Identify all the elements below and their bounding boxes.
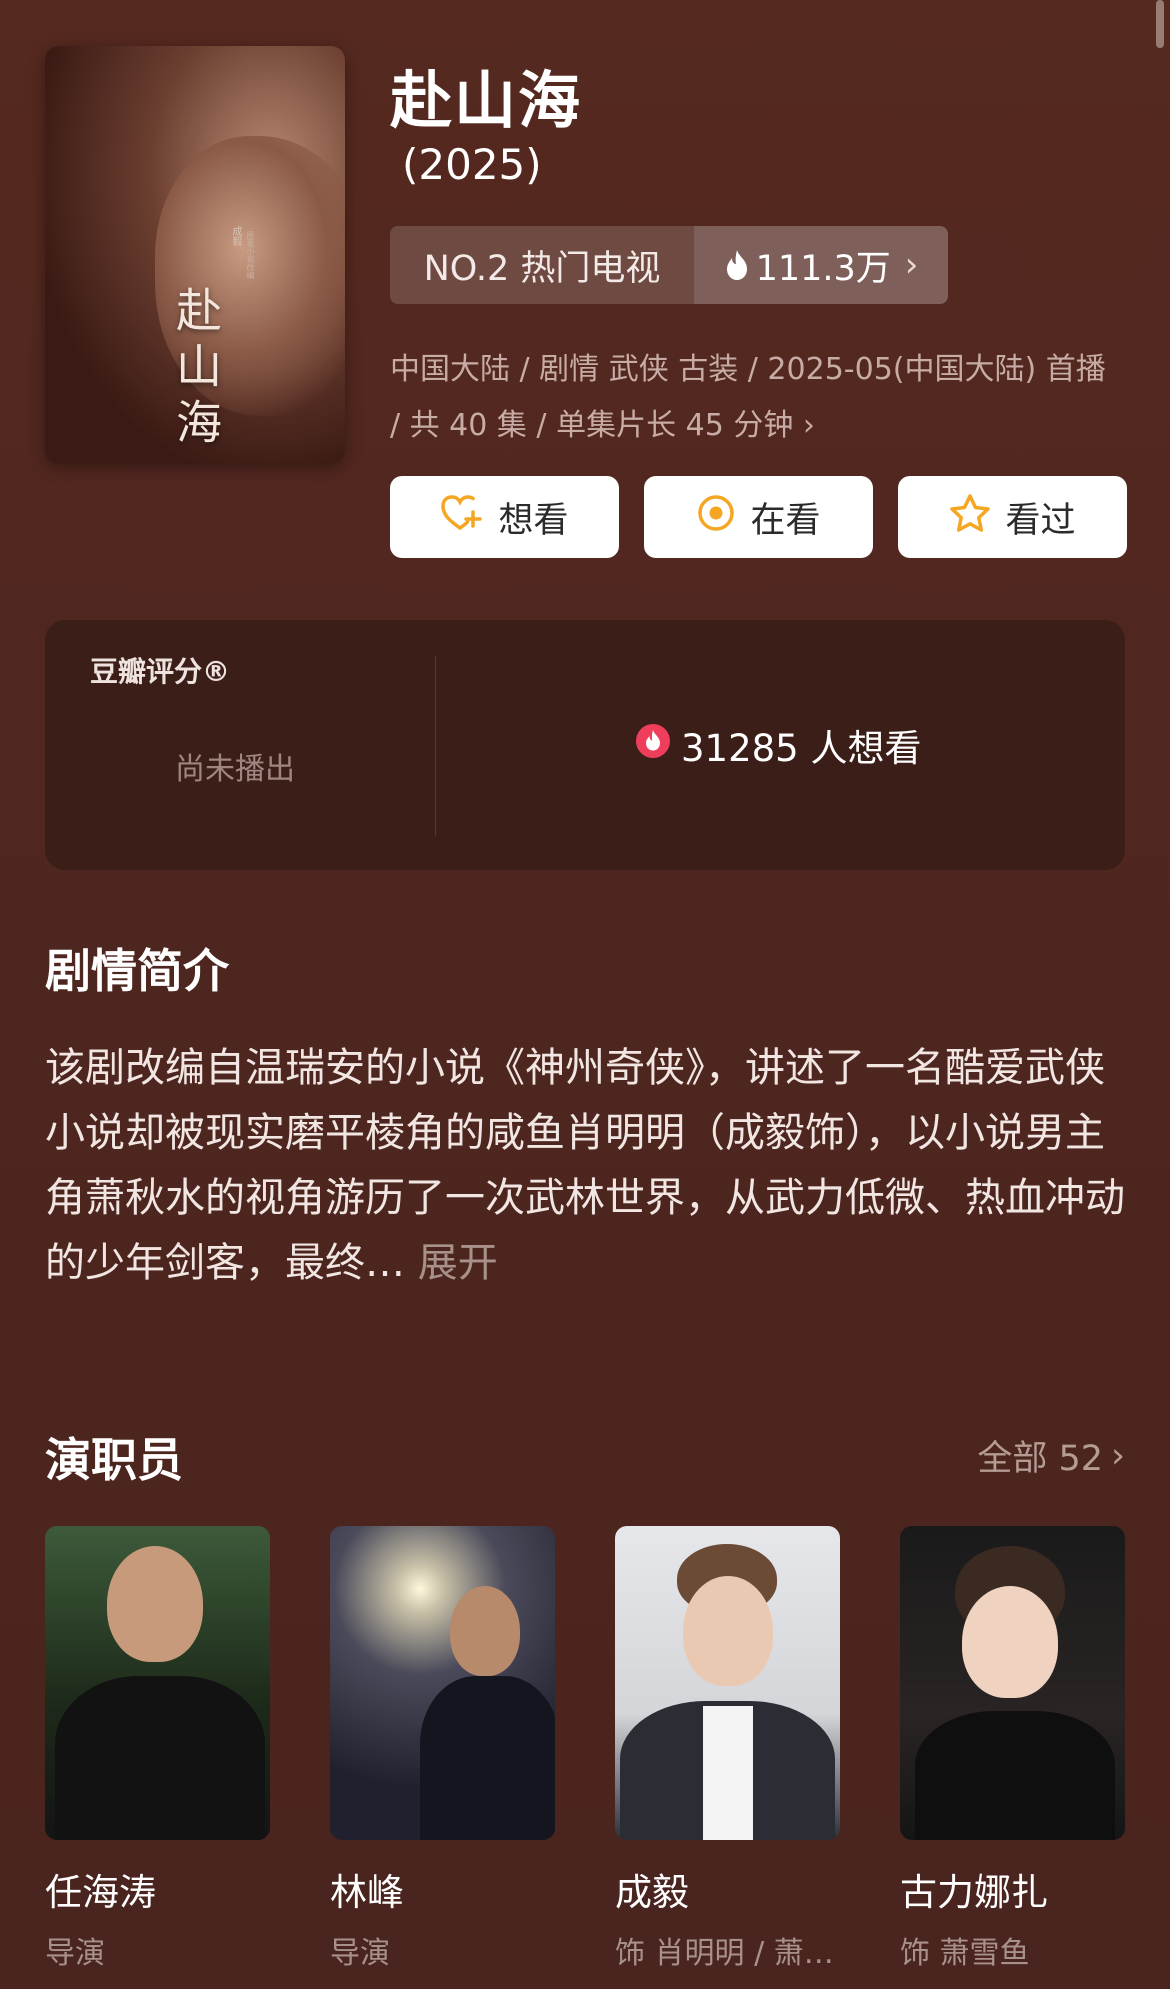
cast-card[interactable]: 林峰 导演 (330, 1526, 555, 1972)
poster-title-calligraphy: 赴山海 (169, 286, 223, 454)
cast-card[interactable]: 任海涛 导演 (45, 1526, 270, 1972)
cast-list: 任海涛 导演 林峰 导演 成毅 饰 肖明明 / 萧… 古力娜扎 饰 萧雪鱼 (45, 1526, 1125, 1972)
meta-text: 中国大陆 / 剧情 武侠 古装 / 2025-05(中国大陆) 首播 / 共 4… (390, 352, 1106, 443)
poster-image[interactable]: 成毅 原著小说改编 赴山海 (45, 46, 345, 464)
want-count-text: 31285 人想看 (681, 727, 922, 770)
cast-role: 导演 (330, 1936, 390, 1971)
cast-photo (330, 1526, 555, 1840)
cast-name: 古力娜扎 (900, 1871, 1048, 1914)
cast-card[interactable]: 古力娜扎 饰 萧雪鱼 (900, 1526, 1125, 1972)
flame-icon (724, 249, 750, 281)
expand-link[interactable]: 展开 (418, 1240, 498, 1286)
release-year: (2025) (402, 140, 542, 189)
watched-label: 看过 (1005, 500, 1076, 541)
cast-role: 饰 萧雪鱼 (900, 1936, 1030, 1971)
poster-credit: 成毅 (230, 226, 241, 246)
rating-label: 豆瓣评分® (90, 655, 231, 688)
heat-button[interactable]: 111.3万 › (694, 226, 948, 304)
chevron-right-icon: › (802, 408, 815, 443)
target-icon (696, 493, 736, 542)
synopsis-text: 该剧改编自温瑞安的小说《神州奇侠》，讲述了一名酷爱武侠小说却被现实磨平棱角的咸鱼… (45, 1045, 1125, 1286)
cast-name: 任海涛 (45, 1871, 156, 1914)
action-buttons: 想看 在看 看过 (390, 476, 1127, 558)
cast-card[interactable]: 成毅 饰 肖明明 / 萧… (615, 1526, 840, 1972)
show-meta[interactable]: 中国大陆 / 剧情 武侠 古装 / 2025-05(中国大陆) 首播 / 共 4… (390, 342, 1110, 454)
flame-badge-icon (635, 723, 671, 768)
want-count: 31285 人想看 (635, 718, 921, 772)
page-title: 赴山海 (390, 64, 583, 137)
watched-button[interactable]: 看过 (898, 476, 1127, 558)
cast-all-link[interactable]: 全部 52 › (977, 1430, 1125, 1481)
synopsis-heading: 剧情简介 (45, 944, 229, 998)
chevron-right-icon: › (1111, 1435, 1125, 1476)
star-icon (949, 493, 991, 542)
cast-photo (615, 1526, 840, 1840)
watching-button[interactable]: 在看 (644, 476, 873, 558)
cast-role: 导演 (45, 1936, 105, 1971)
ranking-label[interactable]: NO.2 热门电视 (390, 226, 694, 304)
cast-photo (45, 1526, 270, 1840)
watching-label: 在看 (750, 500, 821, 541)
synopsis-text-block[interactable]: 该剧改编自温瑞安的小说《神州奇侠》，讲述了一名酷爱武侠小说却被现实磨平棱角的咸鱼… (45, 1036, 1130, 1296)
cast-name: 林峰 (330, 1871, 404, 1914)
ranking-bar[interactable]: NO.2 热门电视 111.3万 › (390, 226, 948, 304)
cast-all-label: 全部 52 (977, 1439, 1103, 1479)
cast-role: 饰 肖明明 / 萧… (615, 1936, 834, 1971)
rating-divider (435, 656, 436, 836)
heart-plus-icon (440, 494, 484, 541)
cast-heading: 演职员 (45, 1433, 183, 1487)
heat-value: 111.3万 (755, 248, 891, 289)
want-to-watch-label: 想看 (498, 500, 569, 541)
cast-name: 成毅 (615, 1871, 689, 1914)
douban-rating-card[interactable]: 豆瓣评分® 尚未播出 31285 人想看 (45, 620, 1125, 870)
chevron-right-icon: › (904, 245, 919, 285)
movie-detail-page: 成毅 原著小说改编 赴山海 赴山海 (2025) NO.2 热门电视 111.3… (0, 0, 1170, 1989)
cast-photo (900, 1526, 1125, 1840)
scrollbar[interactable] (1156, 0, 1164, 48)
want-to-watch-button[interactable]: 想看 (390, 476, 619, 558)
poster-subtitle: 原著小说改编 (246, 231, 255, 279)
rating-status: 尚未播出 (175, 752, 295, 787)
